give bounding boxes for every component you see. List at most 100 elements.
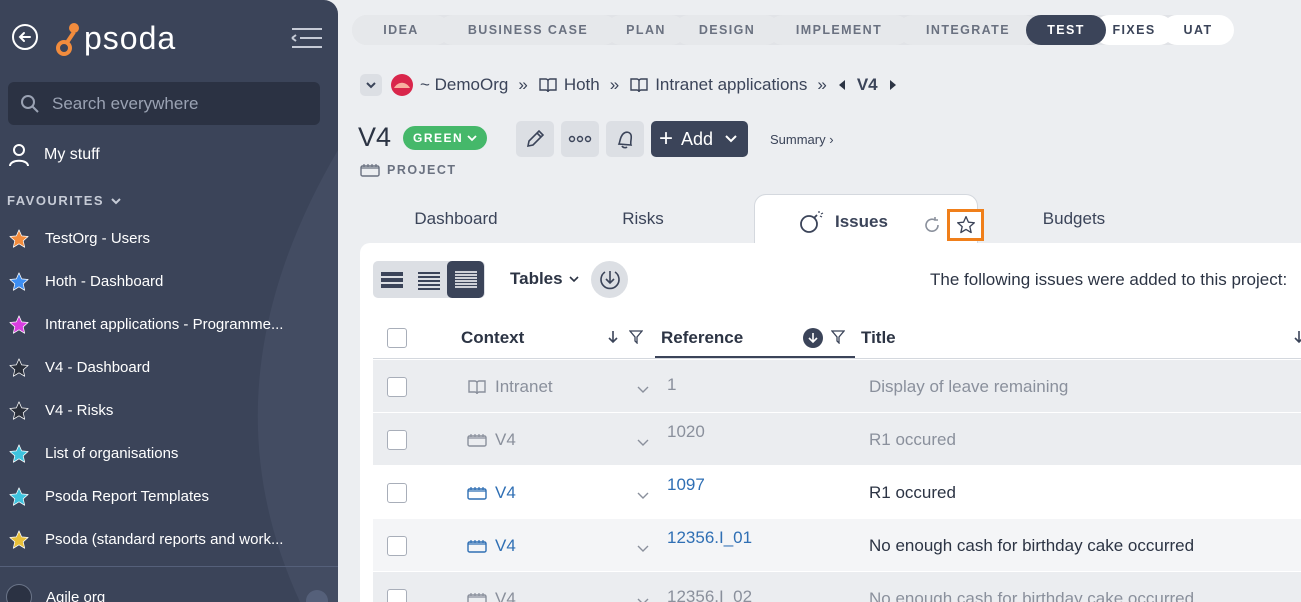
notifications-button[interactable] bbox=[606, 121, 644, 157]
favourite-item[interactable]: V4 - Dashboard bbox=[8, 346, 308, 389]
sort-active-icon[interactable] bbox=[803, 328, 823, 348]
reference-link[interactable]: 1097 bbox=[667, 475, 705, 495]
chevron-down-icon[interactable] bbox=[637, 545, 649, 553]
chevron-down-icon[interactable] bbox=[637, 386, 649, 394]
reference-link[interactable]: 12356.I_02 bbox=[667, 587, 752, 602]
context-cell[interactable]: V4 bbox=[467, 466, 516, 519]
reference-link[interactable]: 12356.I_01 bbox=[667, 528, 752, 548]
select-all-checkbox[interactable] bbox=[387, 327, 407, 348]
favourites-header[interactable]: FAVOURITES bbox=[7, 193, 122, 208]
chevron-down-icon[interactable] bbox=[637, 492, 649, 500]
favourites-list: TestOrg - Users Hoth - Dashboard Intranet … bbox=[8, 217, 308, 561]
favourite-item[interactable]: Intranet applications - Programme... bbox=[8, 303, 308, 346]
programme-book-icon bbox=[468, 379, 486, 394]
stage-business-case[interactable]: BUSINESS CASE bbox=[438, 15, 618, 45]
more-options-button[interactable] bbox=[561, 121, 599, 157]
add-button[interactable]: + Add bbox=[651, 121, 748, 157]
column-title[interactable]: Title bbox=[861, 316, 896, 359]
sort-arrow-icon[interactable] bbox=[607, 330, 619, 344]
sort-arrow-icon[interactable] bbox=[1293, 330, 1301, 344]
favourite-item[interactable]: Psoda (standard reports and work... bbox=[8, 518, 308, 561]
row-checkbox[interactable] bbox=[387, 429, 407, 450]
refresh-icon[interactable] bbox=[923, 216, 941, 234]
export-button[interactable] bbox=[591, 261, 628, 298]
favourite-item[interactable]: V4 - Risks bbox=[8, 389, 308, 432]
context-link[interactable]: V4 bbox=[495, 483, 516, 503]
table-row[interactable]: V4 12356.I_02 No enough cash for birthday … bbox=[373, 572, 1301, 602]
context-cell[interactable]: Intranet bbox=[467, 360, 553, 413]
my-stuff-label: My stuff bbox=[44, 146, 100, 163]
tab-budgets[interactable]: Budgets bbox=[978, 194, 1170, 244]
back-button[interactable] bbox=[12, 24, 38, 50]
row-checkbox[interactable] bbox=[387, 588, 407, 602]
psoda-logo[interactable]: psoda bbox=[56, 16, 176, 60]
tables-label: Tables bbox=[510, 269, 563, 288]
density-compact-button[interactable] bbox=[447, 261, 484, 298]
reference-cell[interactable]: 1097 bbox=[667, 458, 705, 511]
reference-cell[interactable]: 1020 bbox=[667, 405, 705, 458]
context-link[interactable]: Intranet bbox=[495, 377, 553, 397]
filter-icon[interactable] bbox=[629, 330, 643, 344]
density-medium-button[interactable] bbox=[410, 261, 447, 298]
org-switcher[interactable]: Agile org bbox=[6, 584, 105, 602]
context-cell[interactable]: V4 bbox=[467, 572, 516, 602]
breadcrumb-current: V4 bbox=[856, 75, 878, 94]
context-link[interactable]: V4 bbox=[495, 430, 516, 450]
stage-implement[interactable]: IMPLEMENT bbox=[768, 15, 910, 45]
chevron-down-icon[interactable] bbox=[637, 598, 649, 602]
chevron-down-icon[interactable] bbox=[637, 439, 649, 447]
tab-risks[interactable]: Risks bbox=[554, 194, 732, 244]
reference-link[interactable]: 1 bbox=[667, 375, 676, 395]
status-badge[interactable]: GREEN bbox=[403, 125, 488, 150]
stage-test[interactable]: TEST bbox=[1026, 15, 1106, 45]
star-icon bbox=[9, 314, 29, 334]
stage-plan[interactable]: PLAN bbox=[606, 15, 686, 45]
tab-issues[interactable]: Issues bbox=[754, 194, 984, 244]
my-stuff-link[interactable]: My stuff bbox=[8, 143, 100, 167]
favourite-item[interactable]: Psoda Report Templates bbox=[8, 475, 308, 518]
stage-design[interactable]: DESIGN bbox=[674, 15, 780, 45]
row-checkbox[interactable] bbox=[387, 482, 407, 503]
favourite-item[interactable]: List of organisations bbox=[8, 432, 308, 475]
density-comfortable-button[interactable] bbox=[373, 261, 410, 298]
reference-cell[interactable]: 1 bbox=[667, 358, 676, 411]
collapse-sidebar-button[interactable] bbox=[290, 26, 324, 55]
search-box[interactable] bbox=[8, 82, 320, 125]
tables-dropdown[interactable]: Tables bbox=[510, 269, 579, 289]
reference-cell[interactable]: 12356.I_02 bbox=[667, 570, 752, 602]
favourite-item[interactable]: Hoth - Dashboard bbox=[8, 260, 308, 303]
favourite-item[interactable]: TestOrg - Users bbox=[8, 217, 308, 260]
row-checkbox[interactable] bbox=[387, 535, 407, 556]
previous-sibling-icon[interactable] bbox=[837, 79, 847, 91]
reference-cell[interactable]: 12356.I_01 bbox=[667, 511, 752, 564]
context-cell[interactable]: V4 bbox=[467, 413, 516, 466]
summary-link[interactable]: Summary › bbox=[770, 132, 834, 147]
context-cell[interactable]: V4 bbox=[467, 519, 516, 572]
reference-link[interactable]: 1020 bbox=[667, 422, 705, 442]
filter-icon[interactable] bbox=[831, 330, 845, 344]
row-checkbox[interactable] bbox=[387, 376, 407, 397]
table-row[interactable]: Intranet 1 Display of leave remaining bbox=[373, 360, 1301, 413]
tab-dashboard[interactable]: Dashboard bbox=[358, 194, 554, 244]
column-reference[interactable]: Reference bbox=[661, 316, 743, 359]
table-row[interactable]: V4 1097 R1 occured bbox=[373, 466, 1301, 519]
stage-label: UAT bbox=[1183, 23, 1213, 37]
breadcrumb-toggle[interactable] bbox=[360, 74, 382, 96]
table-row[interactable]: V4 1020 R1 occured bbox=[373, 413, 1301, 466]
column-context[interactable]: Context bbox=[461, 316, 524, 359]
stage-uat[interactable]: UAT bbox=[1162, 15, 1234, 45]
breadcrumb-item-intranet[interactable]: Intranet applications bbox=[655, 75, 807, 95]
context-link[interactable]: V4 bbox=[495, 589, 516, 602]
stage-idea[interactable]: IDEA bbox=[352, 15, 450, 45]
breadcrumb-org[interactable]: ~ DemoOrg bbox=[420, 75, 508, 95]
edit-button[interactable] bbox=[516, 121, 554, 157]
breadcrumb-item-hoth[interactable]: Hoth bbox=[564, 75, 600, 95]
title-row: V4 GREEN bbox=[358, 122, 488, 153]
org-logo-icon bbox=[391, 74, 413, 96]
context-link[interactable]: V4 bbox=[495, 536, 516, 556]
stage-integrate[interactable]: INTEGRATE bbox=[898, 15, 1038, 45]
search-input[interactable] bbox=[52, 93, 302, 114]
table-row[interactable]: V4 12356.I_01 No enough cash for birthday … bbox=[373, 519, 1301, 572]
next-sibling-icon[interactable] bbox=[888, 79, 898, 91]
object-type-label: PROJECT bbox=[387, 163, 457, 177]
